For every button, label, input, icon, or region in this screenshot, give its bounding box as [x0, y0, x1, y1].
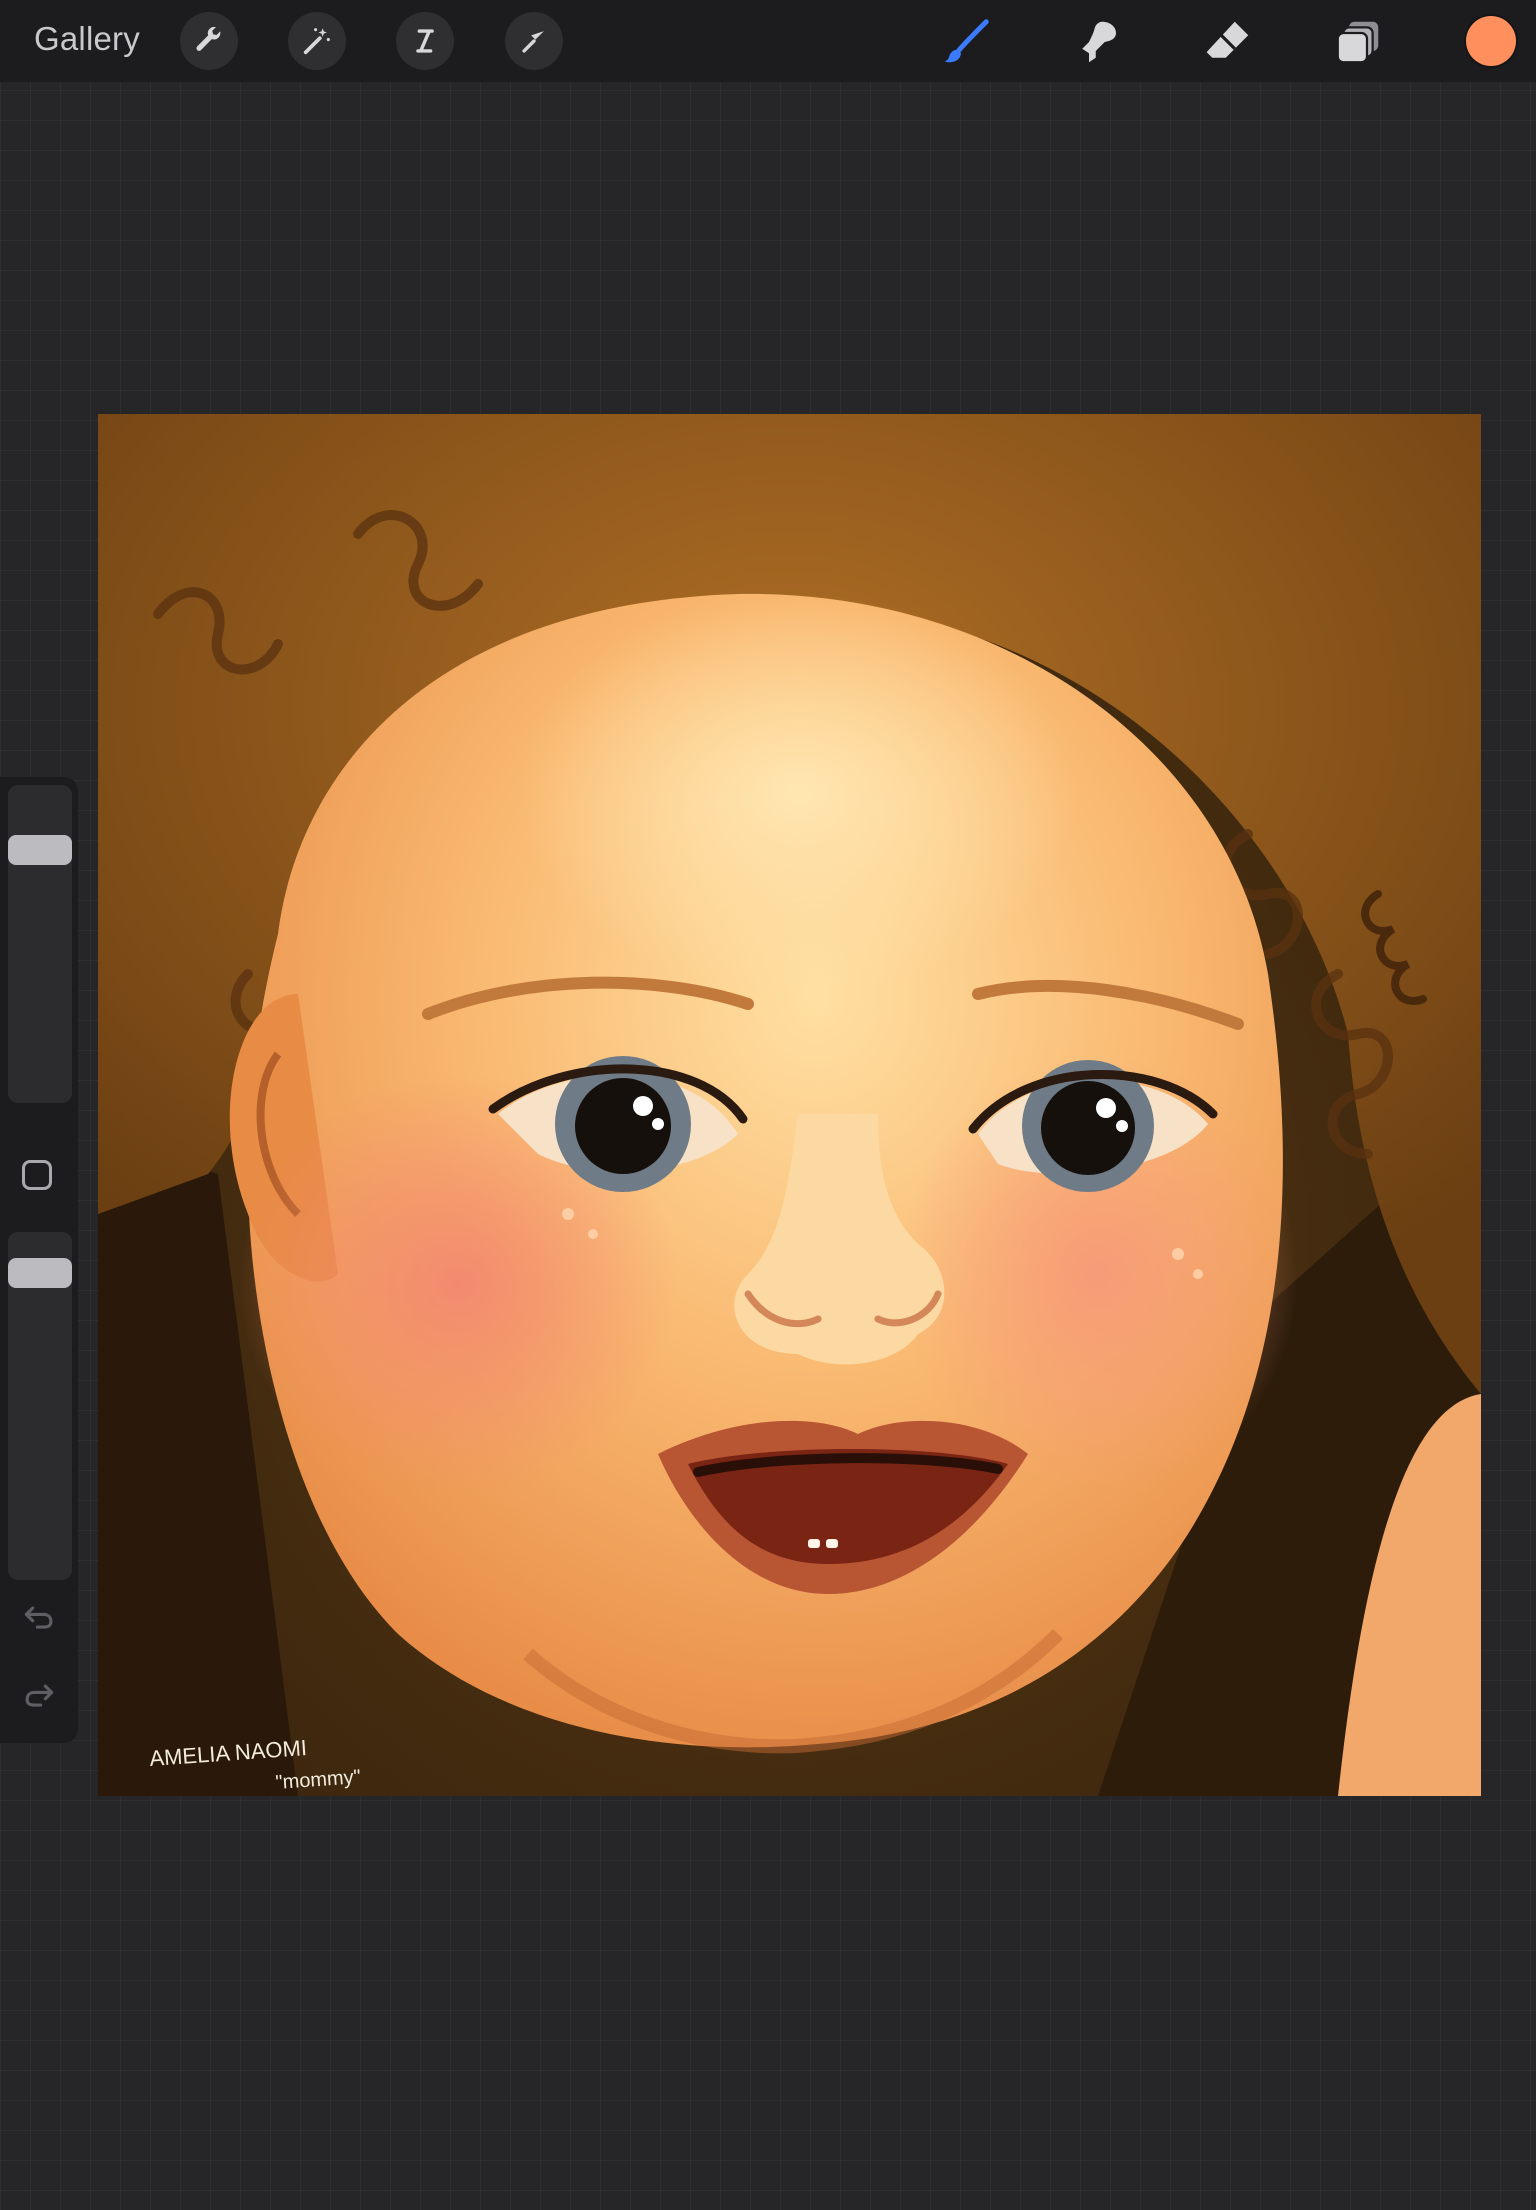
wrench-icon: [196, 26, 221, 51]
selection-icon: [416, 29, 434, 53]
redo-icon[interactable]: [20, 1675, 58, 1713]
actions-button[interactable]: [180, 12, 238, 70]
transform-arrow-icon: [522, 31, 544, 53]
brush-icon: [944, 19, 989, 63]
gallery-button[interactable]: Gallery: [34, 20, 140, 58]
layers-button[interactable]: [1328, 12, 1388, 72]
portrait-artwork: AMELIA NAOMI "mommy": [98, 414, 1481, 1796]
adjustments-button[interactable]: [288, 12, 346, 70]
smudge-tool-button[interactable]: [1068, 12, 1128, 72]
color-picker-button[interactable]: [1466, 16, 1516, 66]
opacity-thumb[interactable]: [8, 1258, 72, 1288]
eraser-icon: [1206, 21, 1249, 58]
smudge-icon: [1082, 21, 1116, 63]
modifier-square-icon[interactable]: [22, 1160, 52, 1190]
selection-button[interactable]: [396, 12, 454, 70]
magic-wand-icon: [303, 28, 330, 55]
drawing-canvas[interactable]: AMELIA NAOMI "mommy": [98, 414, 1481, 1796]
brush-tool-button[interactable]: [936, 12, 996, 72]
layers-icon: [1336, 21, 1379, 64]
transform-button[interactable]: [505, 12, 563, 70]
left-sidebar: [0, 777, 78, 1743]
brush-size-slider[interactable]: [8, 785, 72, 1103]
brush-size-thumb[interactable]: [8, 835, 72, 865]
top-toolbar: Gallery: [0, 0, 1536, 82]
eraser-tool-button[interactable]: [1198, 12, 1258, 72]
undo-icon[interactable]: [20, 1597, 58, 1635]
